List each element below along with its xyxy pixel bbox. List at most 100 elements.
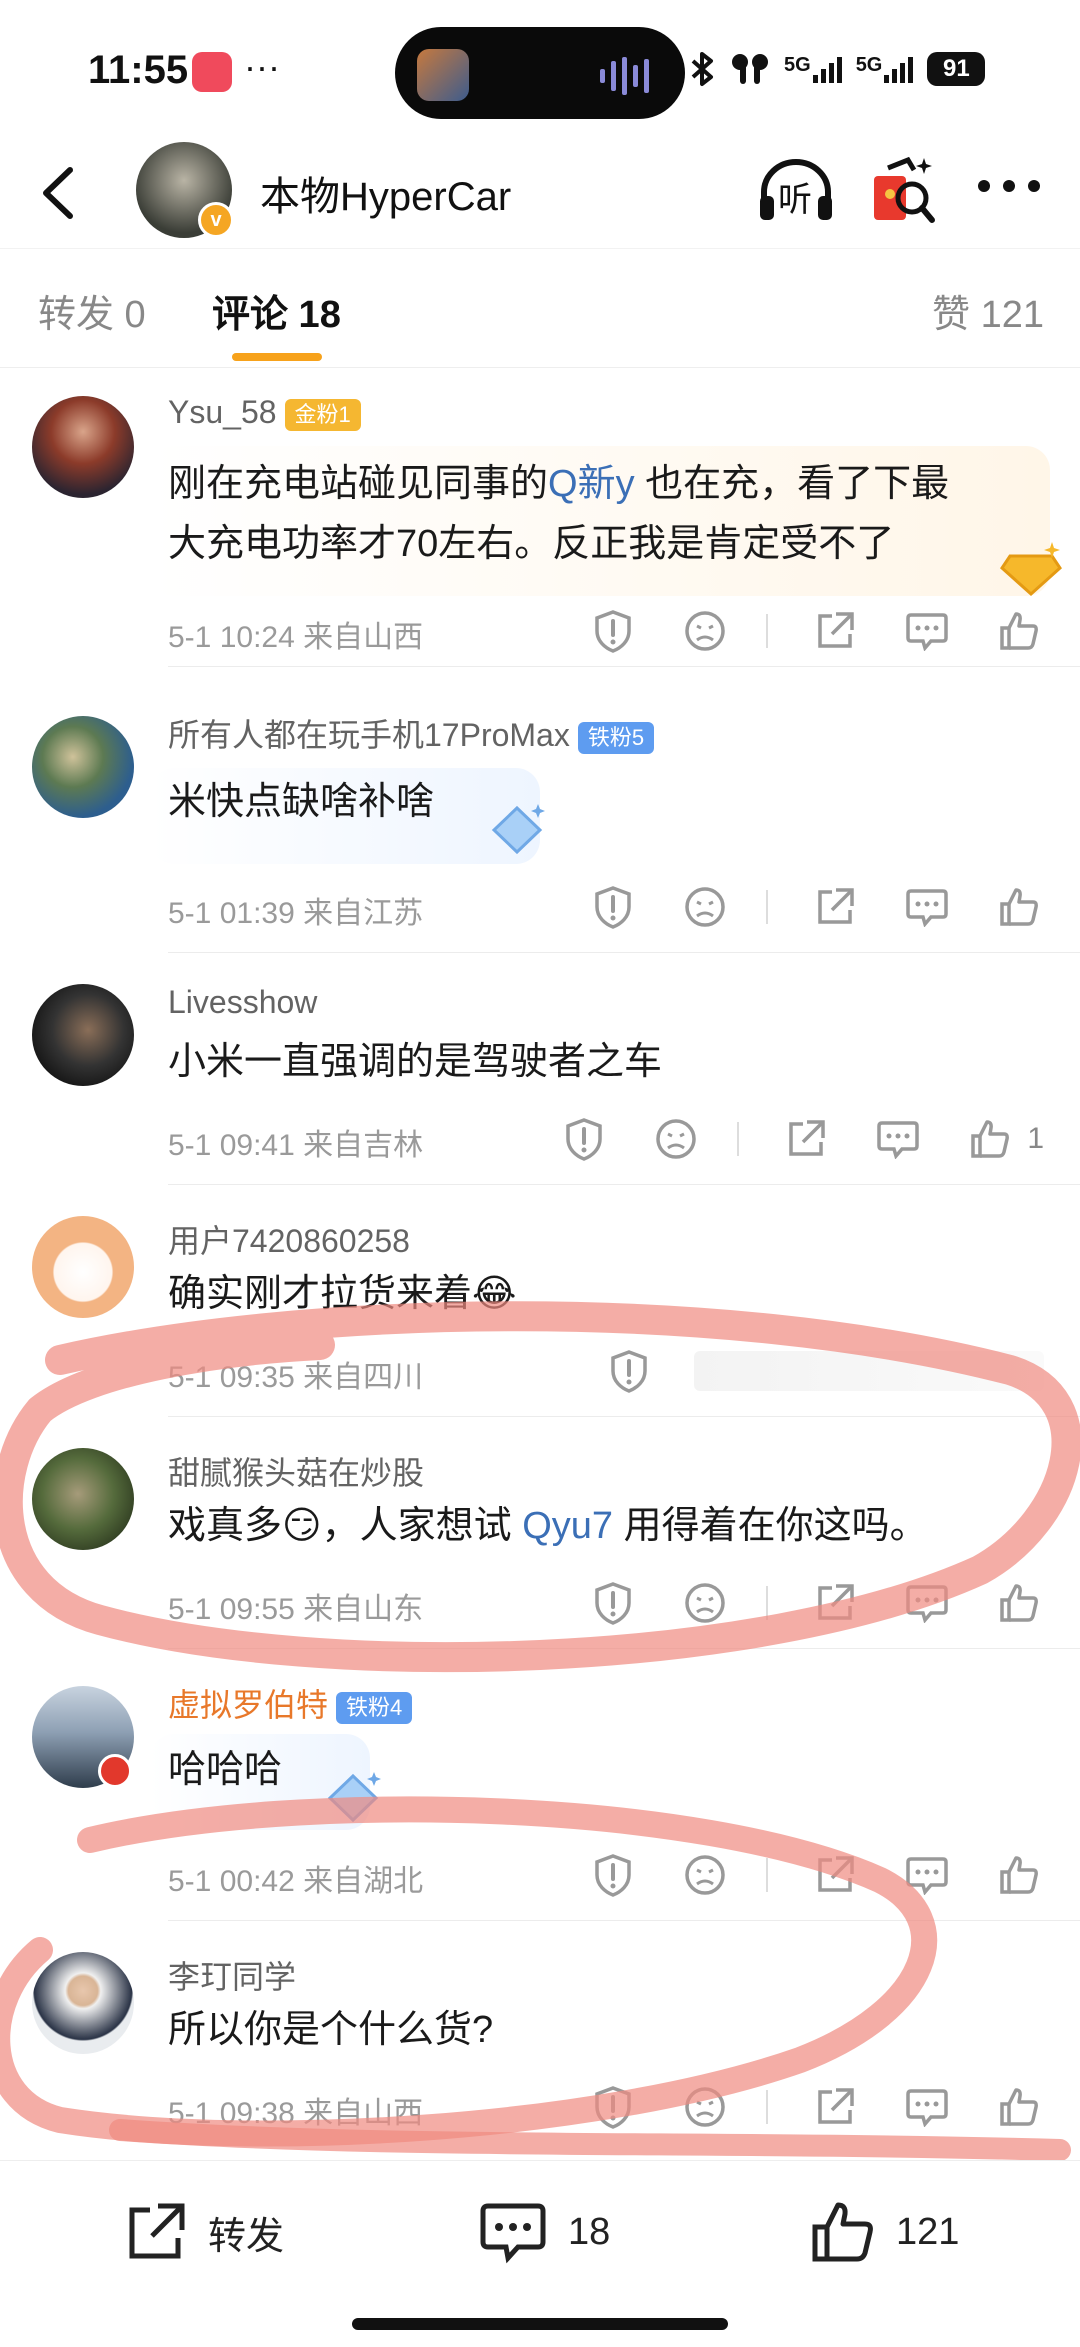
avatar-badge-icon	[98, 1754, 132, 1788]
comment-username[interactable]: Ysu_58 金粉1	[168, 394, 361, 431]
like-count: 1	[1027, 1122, 1044, 1155]
comment-button[interactable]: 18	[478, 2197, 610, 2267]
report-button[interactable]	[588, 606, 638, 656]
share-button[interactable]	[810, 606, 860, 656]
report-button[interactable]	[588, 2082, 638, 2132]
shield-alert-icon	[611, 1350, 647, 1393]
share-button[interactable]	[810, 1850, 860, 1900]
comment-meta: 5-1 09:35 来自四川	[168, 1361, 424, 1394]
reply-button[interactable]	[902, 1850, 952, 1900]
sad-face-icon	[685, 887, 725, 927]
comment-text: 戏真多😏，人家想试 Qyu7 用得着在你这吗。	[168, 1505, 928, 1547]
comment-icon	[906, 889, 948, 927]
avatar[interactable]	[32, 1952, 134, 2054]
comment-text: 小米一直强调的是驾驶者之车	[168, 1041, 663, 1083]
comment-meta: 5-1 09:38 来自山西	[168, 2097, 424, 2130]
reply-button[interactable]	[902, 882, 952, 932]
avatar[interactable]	[32, 1448, 134, 1550]
like-button[interactable]	[965, 1114, 1015, 1164]
comment-username[interactable]: Livesshow	[168, 984, 317, 1021]
share-icon	[818, 1856, 854, 1892]
repost-button[interactable]: 转发	[124, 2197, 284, 2267]
share-button[interactable]	[810, 2082, 860, 2132]
comment-item: 甜腻猴头菇在炒股 戏真多😏，人家想试 Qyu7 用得着在你这吗。 5-1 09:…	[0, 1418, 1080, 1649]
comment-icon	[480, 2203, 546, 2264]
tab-bar: 转发 0 评论 18 赞 121	[0, 248, 1080, 368]
comment-divider	[168, 1184, 1080, 1185]
comment-divider	[168, 1920, 1080, 1921]
like-button[interactable]	[994, 606, 1044, 656]
report-button[interactable]	[559, 1114, 609, 1164]
shield-alert-icon	[595, 1854, 631, 1897]
dislike-button[interactable]	[651, 1114, 701, 1164]
listen-button[interactable]: 听	[756, 152, 836, 228]
comment-text: 哈哈哈	[168, 1749, 283, 1791]
report-button[interactable]	[588, 882, 638, 932]
like-button[interactable]	[994, 1578, 1044, 1628]
thumbs-up-icon	[1000, 1856, 1038, 1894]
reply-button[interactable]	[902, 2082, 952, 2132]
blue-gem-icon	[327, 1772, 381, 1823]
reply-button[interactable]	[902, 606, 952, 656]
comment-username[interactable]: 甜腻猴头菇在炒股	[168, 1448, 424, 1494]
comment-username[interactable]: 用户7420860258	[168, 1216, 410, 1262]
share-icon	[129, 2203, 185, 2259]
comment-username[interactable]: 李玎同学	[168, 1952, 296, 1998]
share-button[interactable]	[810, 1578, 860, 1628]
dynamic-island[interactable]	[395, 27, 685, 119]
like-button[interactable]: 121	[810, 2197, 959, 2267]
topic-link[interactable]: Q新y	[548, 463, 635, 505]
page-title[interactable]: 本物HyperCar	[260, 164, 511, 222]
like-button[interactable]	[994, 882, 1044, 932]
avatar[interactable]	[32, 1216, 134, 1318]
dislike-button[interactable]	[680, 882, 730, 932]
fan-badge: 铁粉5	[577, 721, 655, 754]
avatar[interactable]	[32, 396, 134, 498]
comment-item: 用户7420860258 确实刚才拉货来着😂 5-1 09:35 来自四川	[0, 1186, 1080, 1417]
comment-item: Livesshow 小米一直强调的是驾驶者之车 5-1 09:41 来自吉林 1	[0, 954, 1080, 1185]
dislike-button[interactable]	[680, 1850, 730, 1900]
back-icon[interactable]	[28, 158, 88, 228]
share-button[interactable]	[810, 882, 860, 932]
tab-reposts[interactable]: 转发 0	[38, 283, 146, 338]
gold-gem-icon	[1000, 542, 1062, 597]
share-button[interactable]	[781, 1114, 831, 1164]
comment-count: 18	[568, 2210, 611, 2253]
sad-face-icon	[685, 611, 725, 651]
home-indicator[interactable]	[352, 2318, 728, 2330]
like-button[interactable]	[994, 1850, 1044, 1900]
dislike-button[interactable]	[680, 606, 730, 656]
reply-button[interactable]	[902, 1578, 952, 1628]
report-button[interactable]	[604, 1346, 654, 1396]
comment-divider	[168, 1416, 1080, 1417]
comment-actions	[546, 1850, 1044, 1900]
comment-username[interactable]: 虚拟罗伯特 铁粉4	[168, 1680, 413, 1726]
comment-item: 所有人都在玩手机17ProMax 铁粉5 米快点缺啥补啥 5-1 01:39 来自…	[0, 668, 1080, 953]
comment-meta: 5-1 09:55 来自山东	[168, 1593, 424, 1626]
thumbs-up-icon	[1000, 888, 1038, 926]
shield-alert-icon	[595, 2086, 631, 2129]
bluetooth-icon	[691, 52, 713, 86]
cellular-signal-2: 5G	[856, 55, 914, 83]
avatar[interactable]	[32, 984, 134, 1086]
dislike-button[interactable]	[680, 2082, 730, 2132]
avatar[interactable]	[32, 716, 134, 818]
comment-username[interactable]: 所有人都在玩手机17ProMax 铁粉5	[168, 710, 655, 756]
tab-likes[interactable]: 赞 121	[932, 283, 1044, 338]
earbuds-icon	[732, 54, 768, 84]
tab-comments[interactable]: 评论 18	[212, 283, 341, 338]
status-icons: 5G 5G 91	[690, 44, 986, 94]
status-bar: 11:55 ··· 5G 5G 91	[0, 0, 1080, 140]
comment-divider	[168, 1648, 1080, 1649]
report-button[interactable]	[588, 1578, 638, 1628]
shield-alert-icon	[595, 1582, 631, 1625]
more-notifications-icon: ···	[244, 46, 280, 87]
red-packet-search-icon[interactable]	[868, 152, 938, 228]
more-options-icon[interactable]	[974, 166, 1044, 206]
report-button[interactable]	[588, 1850, 638, 1900]
reply-button[interactable]	[873, 1114, 923, 1164]
thumbs-up-icon	[1000, 1584, 1038, 1622]
like-button[interactable]	[994, 2082, 1044, 2132]
dislike-button[interactable]	[680, 1578, 730, 1628]
topic-link[interactable]: Qyu7	[522, 1505, 613, 1547]
